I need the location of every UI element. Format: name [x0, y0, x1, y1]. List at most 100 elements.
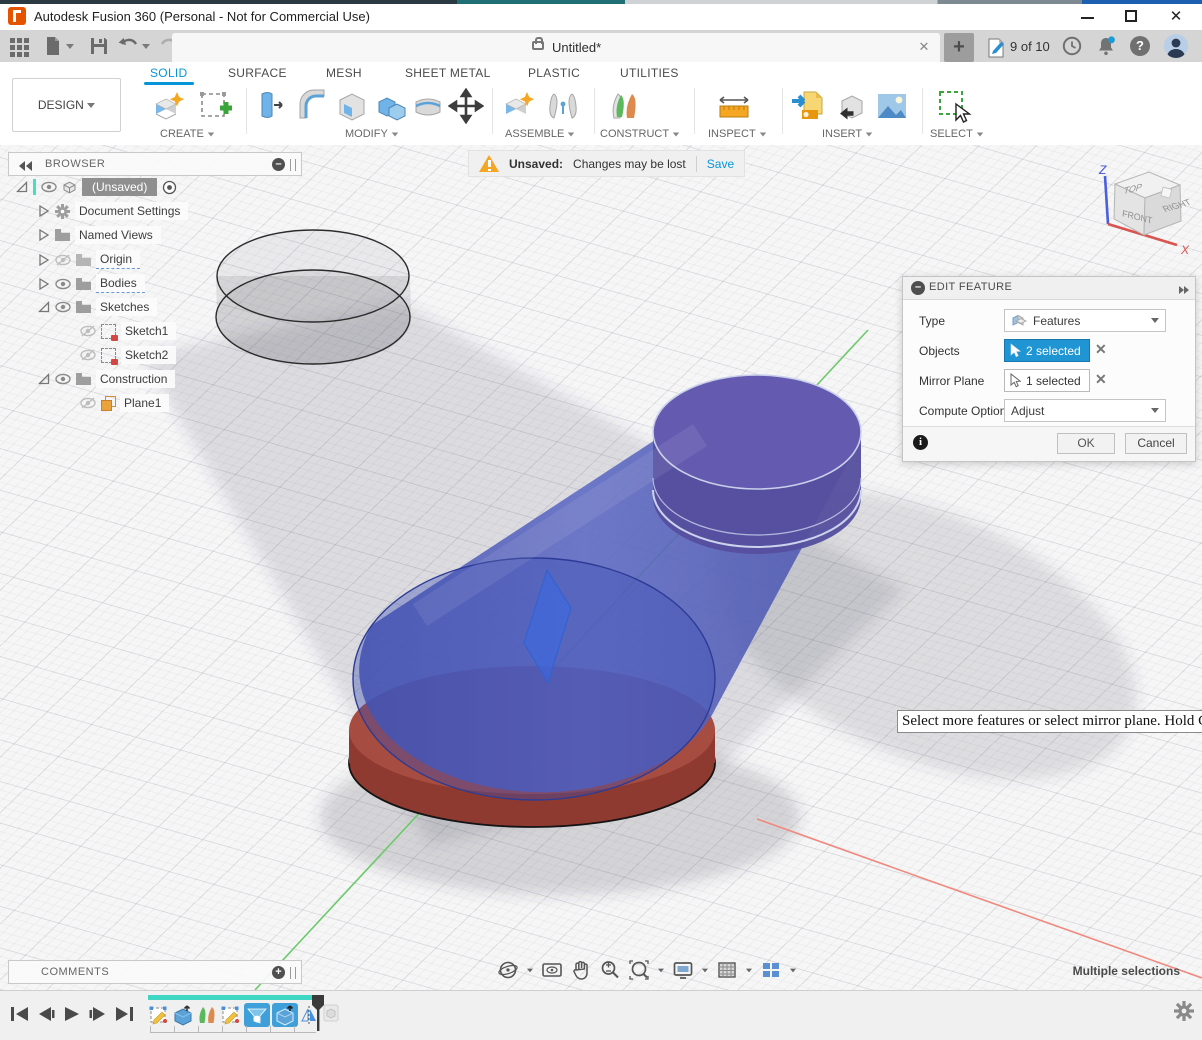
eye-hidden-icon[interactable] — [80, 325, 96, 337]
expander-closed-icon[interactable] — [38, 205, 50, 217]
orbit-caret-icon[interactable] — [527, 968, 533, 972]
minimize-button[interactable] — [1068, 4, 1108, 30]
browser-row-sketch2[interactable]: Sketch2 — [8, 344, 300, 368]
root-component-label[interactable]: (Unsaved) — [82, 178, 157, 196]
joint-icon[interactable] — [545, 88, 581, 124]
grid-caret-icon[interactable] — [746, 968, 752, 972]
construction-label[interactable]: Construction — [96, 370, 175, 388]
display-settings-icon[interactable] — [672, 959, 694, 981]
split-body-icon[interactable] — [410, 88, 446, 124]
measure-icon[interactable] — [716, 88, 752, 124]
boss-base-circle[interactable] — [353, 558, 715, 800]
workspace-selector[interactable]: DESIGN — [12, 78, 121, 132]
construct-plane-icon[interactable] — [608, 88, 644, 124]
app-grid-icon[interactable] — [8, 35, 30, 57]
timeline-sketch2-feature[interactable] — [220, 1003, 242, 1027]
document-settings-label[interactable]: Document Settings — [75, 202, 188, 220]
tab-solid[interactable]: SOLID — [150, 66, 188, 80]
browser-row-origin[interactable]: Origin — [8, 248, 300, 272]
close-button[interactable]: ✕ — [1156, 4, 1196, 30]
group-modify[interactable]: MODIFY — [345, 128, 399, 140]
timeline-settings-gear-icon[interactable] — [1174, 1001, 1194, 1021]
timeline-extrude2-feature-selected[interactable] — [272, 1003, 298, 1027]
maximize-button[interactable] — [1112, 4, 1152, 30]
expander-closed-icon[interactable] — [38, 278, 50, 290]
undo-caret-icon[interactable] — [142, 44, 150, 49]
eye-visible-icon[interactable] — [55, 301, 71, 313]
eye-visible-icon[interactable] — [55, 373, 71, 385]
group-construct[interactable]: CONSTRUCT — [600, 128, 680, 140]
notifications-bell-icon[interactable] — [1096, 36, 1116, 56]
save-icon[interactable] — [88, 35, 110, 57]
cancel-button[interactable]: Cancel — [1125, 433, 1187, 454]
save-link[interactable]: Save — [707, 157, 734, 171]
viewcube-corner[interactable] — [1161, 187, 1172, 198]
browser-row-construction[interactable]: Construction — [8, 368, 300, 392]
create-sketch-icon[interactable] — [196, 88, 232, 124]
fillet-icon[interactable] — [294, 88, 330, 124]
orbit-icon[interactable] — [497, 959, 519, 981]
eye-visible-icon[interactable] — [55, 278, 71, 290]
insert-canvas-icon[interactable] — [874, 88, 910, 124]
timeline-extrude1-feature[interactable] — [172, 1003, 194, 1027]
tab-mesh[interactable]: MESH — [326, 66, 362, 80]
create-solid-icon[interactable] — [150, 88, 186, 124]
viewports-icon[interactable] — [760, 959, 782, 981]
dialog-header[interactable]: – EDIT FEATURE — [903, 277, 1195, 300]
tab-utilities[interactable]: UTILITIES — [620, 66, 679, 80]
dialog-minimize-button[interactable]: – — [911, 281, 925, 295]
pan-hand-icon[interactable] — [570, 959, 592, 981]
dialog-flyout-icon[interactable] — [1179, 283, 1189, 297]
select-icon[interactable] — [936, 88, 972, 124]
document-tab[interactable]: Untitled* ✕ — [172, 33, 940, 62]
zoom-icon[interactable] — [599, 959, 621, 981]
step-back-button[interactable] — [36, 1005, 56, 1023]
browser-row-sketches[interactable]: Sketches — [8, 296, 300, 320]
browser-row-root[interactable]: (Unsaved) — [8, 176, 300, 200]
expander-open-icon[interactable] — [38, 301, 50, 313]
comments-panel-header[interactable]: COMMENTS + — [8, 960, 302, 984]
sketches-label[interactable]: Sketches — [96, 298, 157, 316]
comments-grip-handle[interactable] — [290, 967, 296, 979]
viewport[interactable]: TOP FRONT RIGHT Z X BROWSER – (Unsaved) — [0, 145, 1202, 990]
file-menu-icon[interactable] — [42, 35, 64, 57]
eye-hidden-icon[interactable] — [55, 254, 71, 266]
play-button[interactable] — [62, 1005, 82, 1023]
new-component-icon[interactable] — [500, 88, 536, 124]
document-tab-close-icon[interactable]: ✕ — [916, 39, 932, 55]
bodies-label[interactable]: Bodies — [96, 274, 145, 293]
browser-row-sketch1[interactable]: Sketch1 — [8, 320, 300, 344]
info-icon[interactable]: i — [913, 435, 928, 450]
browser-row-bodies[interactable]: Bodies — [8, 272, 300, 296]
ok-button[interactable]: OK — [1057, 433, 1115, 454]
comments-add-button[interactable]: + — [272, 966, 285, 979]
user-avatar[interactable] — [1164, 34, 1188, 58]
group-insert[interactable]: INSERT — [822, 128, 873, 140]
expander-open-icon[interactable] — [38, 373, 50, 385]
expander-open-icon[interactable] — [16, 181, 28, 193]
press-pull-icon[interactable] — [254, 88, 290, 124]
objects-selection-button[interactable]: 2 selected — [1004, 339, 1090, 362]
browser-minimize-button[interactable]: – — [272, 158, 285, 171]
timeline-rolled-back-feature[interactable] — [322, 1003, 340, 1023]
tab-surface[interactable]: SURFACE — [228, 66, 287, 80]
fit-caret-icon[interactable] — [658, 968, 664, 972]
insert-derive-icon[interactable] — [834, 88, 870, 124]
sketch2-label[interactable]: Sketch2 — [121, 346, 176, 364]
view-cube[interactable]: TOP FRONT RIGHT Z X — [1082, 160, 1197, 270]
eye-visible-icon[interactable] — [41, 181, 57, 193]
tab-plastic[interactable]: PLASTIC — [528, 66, 580, 80]
go-to-end-button[interactable] — [114, 1005, 134, 1023]
timeline-hole-feature-selected[interactable] — [244, 1003, 270, 1027]
move-icon[interactable] — [448, 88, 484, 124]
undo-icon[interactable] — [118, 35, 140, 57]
eye-hidden-icon[interactable] — [80, 397, 96, 409]
job-status-icon[interactable] — [985, 37, 1007, 59]
timeline-plane-feature[interactable] — [196, 1003, 218, 1027]
origin-label[interactable]: Origin — [96, 250, 140, 269]
mirror-plane-selection-button[interactable]: 1 selected — [1004, 369, 1090, 392]
step-forward-button[interactable] — [88, 1005, 108, 1023]
timeline-sketch1-feature[interactable] — [148, 1003, 170, 1027]
browser-row-document-settings[interactable]: Document Settings — [8, 200, 300, 224]
display-caret-icon[interactable] — [702, 968, 708, 972]
